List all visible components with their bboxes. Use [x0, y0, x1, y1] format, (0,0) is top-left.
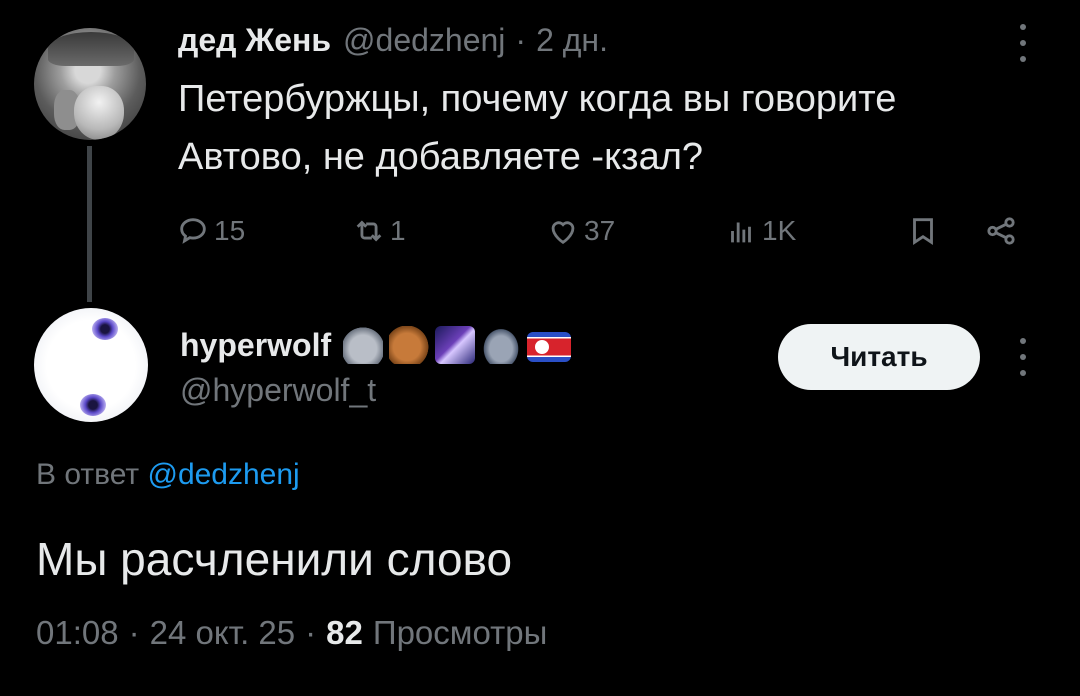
views-icon [731, 222, 751, 243]
share-icon [987, 217, 1015, 245]
more-icon [1008, 334, 1038, 380]
parent-author-handle[interactable]: @dedzhenj [343, 22, 505, 59]
reply-avatar[interactable] [34, 308, 148, 422]
reply-author-handle[interactable]: @hyperwolf_t [180, 372, 376, 409]
reply-date[interactable]: 24 окт. 25 [150, 614, 296, 652]
header-separator: · [515, 21, 527, 58]
reply-meta: 01:08 · 24 окт. 25 · 82 Просмотры [36, 614, 547, 652]
avatar-eye-shape [80, 394, 106, 416]
reply-views-label[interactable]: Просмотры [373, 614, 547, 652]
parent-more-button[interactable] [1008, 20, 1038, 66]
reply-count: 15 [214, 215, 246, 246]
meta-separator: · [305, 614, 317, 651]
repost-button[interactable]: 1 [352, 206, 406, 256]
reply-icon [180, 218, 206, 244]
wolf-emoji [343, 326, 384, 364]
avatar-eye-shape [92, 318, 118, 340]
reply-author-row: hyperwolf [180, 322, 577, 368]
reply-author-name[interactable]: hyperwolf [180, 327, 331, 364]
bookmark-button[interactable] [906, 206, 944, 256]
horse-emoji [389, 326, 430, 364]
avatar-cap-shape [48, 32, 134, 66]
parent-action-bar: 15 1 37 1K [176, 206, 1036, 256]
repost-icon [356, 220, 382, 242]
reply-time[interactable]: 01:08 [36, 614, 119, 652]
reply-button[interactable]: 15 [176, 206, 245, 256]
ufo-emoji [481, 326, 522, 364]
bookmark-icon [913, 218, 933, 245]
reply-views-count: 82 [326, 614, 363, 651]
parent-header: дед Жень @dedzhenj · 2 дн. [178, 16, 608, 64]
meta-separator: · [128, 614, 140, 651]
galaxy-emoji [435, 326, 476, 364]
like-count: 37 [584, 215, 616, 246]
like-button[interactable]: 37 [546, 206, 615, 256]
reply-more-button[interactable] [1008, 334, 1038, 380]
follow-button[interactable]: Читать [778, 324, 980, 390]
like-icon [551, 221, 575, 245]
reply-to-prefix: В ответ [36, 458, 140, 491]
reply-to-mention-link[interactable]: @dedzhenj [147, 458, 299, 491]
views-button[interactable]: 1K [724, 206, 796, 256]
parent-avatar[interactable] [34, 28, 146, 140]
north-korea-flag-emoji [527, 332, 572, 362]
parent-author-name[interactable]: дед Жень [178, 22, 331, 59]
thread-connector-line [87, 146, 92, 302]
share-button[interactable] [984, 206, 1022, 256]
reply-context: В ответ @dedzhenj [36, 458, 300, 492]
parent-text-line: Автово, не добавляете -кзал? [178, 136, 704, 178]
more-icon [1008, 20, 1038, 66]
repost-count: 1 [390, 215, 406, 246]
avatar-beard-shape [74, 86, 124, 140]
parent-timestamp[interactable]: 2 дн. [536, 22, 608, 59]
reply-tweet-text: Мы расчленили слово [36, 533, 513, 585]
parent-tweet-text: Петербуржцы, почему когда вы говорите Ав… [178, 70, 1018, 186]
views-count: 1K [762, 215, 797, 246]
parent-text-line: Петербуржцы, почему когда вы говорите [178, 78, 897, 120]
